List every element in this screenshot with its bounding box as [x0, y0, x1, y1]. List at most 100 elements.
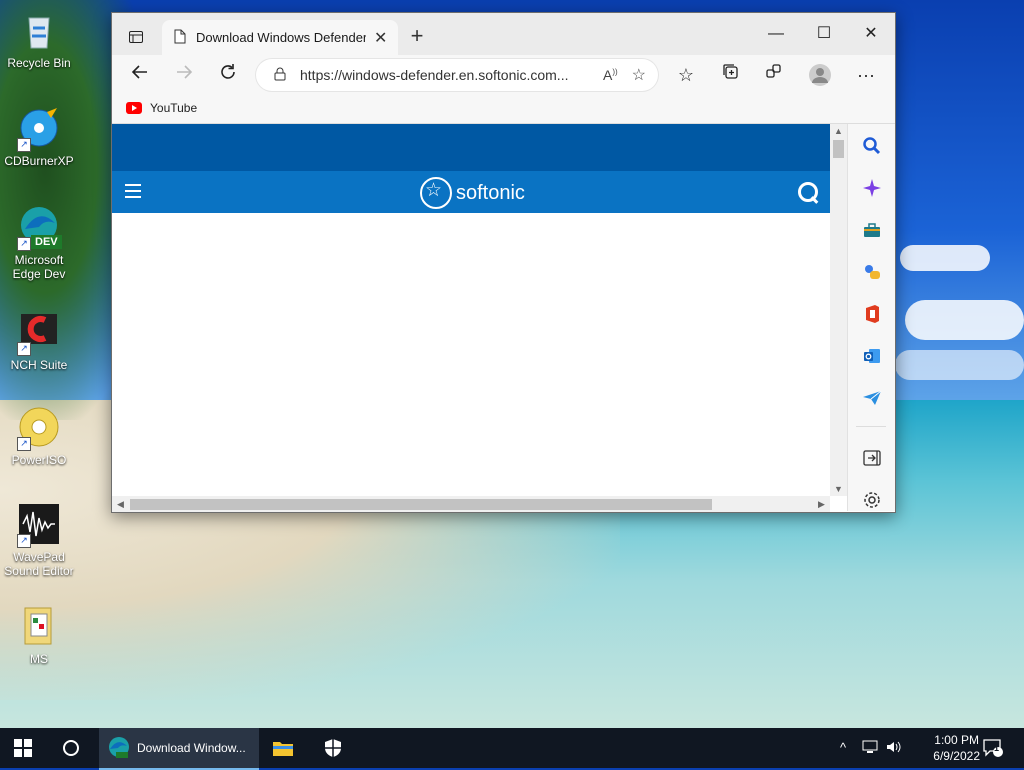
scroll-left-arrow-icon[interactable]: ◀: [117, 496, 124, 512]
softonic-logo[interactable]: softonic: [420, 177, 525, 209]
action-center-button[interactable]: 1: [982, 728, 1004, 768]
taskbar: Download Window... ^ 1:00 PM 6/9/2022 1: [0, 728, 1024, 770]
volume-icon[interactable]: [886, 740, 902, 757]
windows-logo-icon: [14, 739, 32, 757]
horizontal-scroll-thumb[interactable]: [130, 499, 712, 510]
browser-window: Download Windows Defender - S ✕ + — ☐ ✕ …: [111, 12, 896, 513]
desktop-icon-ms-folder[interactable]: MS: [1, 604, 77, 666]
cloud: [905, 300, 1024, 340]
more-dots-icon: ···: [857, 65, 875, 85]
windows-security-button[interactable]: [323, 728, 343, 768]
forward-button[interactable]: [170, 63, 198, 87]
page-content: softonic: [112, 124, 830, 511]
search-icon[interactable]: [862, 136, 882, 156]
search-taskbar-button[interactable]: [62, 728, 80, 768]
clock-time: 1:00 PM: [934, 733, 979, 747]
brand-name: softonic: [456, 181, 525, 204]
tab-close-icon[interactable]: ✕: [374, 28, 387, 48]
scroll-down-arrow-icon[interactable]: ▼: [830, 484, 847, 494]
shortcut-arrow-icon: ↗: [17, 138, 31, 152]
menu-hamburger-icon[interactable]: [125, 184, 141, 202]
tab-actions-icon: [129, 31, 143, 43]
tab-title: Download Windows Defender - S: [196, 30, 366, 45]
vertical-scroll-thumb[interactable]: [833, 140, 844, 158]
favorites-star-icon: ☆: [677, 65, 695, 85]
desktop-icon-label: NCH Suite: [10, 358, 68, 372]
maximize-button[interactable]: ☐: [806, 23, 842, 47]
favorites-button[interactable]: ☆: [672, 63, 700, 87]
system-clock[interactable]: 1:00 PM 6/9/2022: [933, 732, 980, 764]
back-arrow-icon: [131, 65, 147, 79]
desktop-icon-poweriso[interactable]: ↗ PowerISO: [1, 405, 77, 467]
address-url[interactable]: https://windows-defender.en.softonic.com…: [300, 67, 603, 83]
network-icon[interactable]: [862, 740, 878, 757]
notification-count: 1: [994, 743, 1000, 753]
favorite-label: YouTube: [150, 101, 198, 115]
desktop-icon-label: PowerISO: [11, 453, 67, 467]
cloud: [895, 350, 1024, 380]
desktop-icon-label: WavePad Sound Editor: [4, 550, 74, 578]
favorites-bar: YouTube: [112, 95, 895, 124]
waveform-icon: ↗: [17, 502, 61, 548]
settings-more-button[interactable]: ···: [852, 63, 880, 87]
refresh-button[interactable]: [214, 63, 242, 87]
extensions-icon: [766, 64, 781, 78]
desktop-icon-nch-suite[interactable]: ↗ NCH Suite: [1, 310, 77, 372]
desktop-icon-wavepad[interactable]: ↗ WavePad Sound Editor: [1, 502, 77, 578]
scroll-right-arrow-icon[interactable]: ▶: [818, 496, 825, 512]
shortcut-arrow-icon: ↗: [17, 237, 31, 251]
favorite-youtube[interactable]: YouTube: [126, 101, 197, 115]
start-button[interactable]: [14, 728, 32, 768]
navigation-toolbar: https://windows-defender.en.softonic.com…: [112, 55, 895, 95]
desktop-icon-edge-dev[interactable]: DEV ↗ Microsoft Edge Dev: [1, 205, 77, 281]
sidebar-settings-gear-icon[interactable]: [862, 490, 882, 510]
horizontal-scrollbar[interactable]: ◀ ▶: [112, 496, 830, 512]
collections-button[interactable]: [717, 63, 745, 87]
page-top-band: [112, 124, 830, 171]
new-tab-button[interactable]: +: [406, 25, 428, 47]
youtube-icon: [126, 102, 142, 114]
page-icon: [174, 29, 186, 47]
poweriso-disc-icon: ↗: [17, 405, 61, 451]
tab-actions-button[interactable]: [122, 23, 150, 51]
site-search-icon[interactable]: [798, 182, 818, 202]
office-icon[interactable]: [862, 304, 882, 324]
show-hidden-icons-chevron[interactable]: ^: [840, 740, 846, 755]
back-button[interactable]: [126, 63, 154, 87]
taskbar-app-label: Download Window...: [137, 741, 246, 755]
hide-sidebar-icon[interactable]: [862, 448, 882, 468]
file-explorer-button[interactable]: [272, 728, 294, 768]
extensions-button[interactable]: [760, 63, 788, 87]
edge-sidebar: [847, 124, 895, 511]
discover-sparkle-icon[interactable]: [862, 178, 882, 198]
close-window-button[interactable]: ✕: [853, 23, 889, 47]
games-icon[interactable]: [862, 262, 882, 282]
refresh-icon: [221, 64, 235, 79]
vertical-scrollbar[interactable]: ▲ ▼: [830, 124, 847, 496]
taskbar-app-edge-dev[interactable]: Download Window...: [99, 728, 259, 770]
forward-arrow-icon: [177, 65, 193, 79]
shortcut-arrow-icon: ↗: [17, 437, 31, 451]
outlook-icon[interactable]: [862, 346, 882, 366]
lock-icon[interactable]: [274, 67, 286, 84]
minimize-button[interactable]: —: [758, 23, 794, 47]
shield-icon: [325, 739, 341, 757]
notification-icon: [983, 739, 1003, 757]
sidebar-divider: [856, 426, 886, 427]
profile-button[interactable]: [806, 63, 834, 87]
title-bar: Download Windows Defender - S ✕ + — ☐ ✕: [112, 13, 895, 55]
tab-active[interactable]: Download Windows Defender - S ✕: [162, 20, 398, 55]
edge-dev-taskbar-icon: [109, 737, 129, 758]
tools-toolbox-icon[interactable]: [862, 220, 882, 240]
address-bar[interactable]: https://windows-defender.en.softonic.com…: [256, 59, 658, 91]
desktop-icon-cdburnerxp[interactable]: ↗ CDBurnerXP: [1, 106, 77, 168]
desktop-icon-recycle-bin[interactable]: Recycle Bin: [1, 8, 77, 70]
scroll-up-arrow-icon[interactable]: ▲: [830, 126, 847, 136]
edge-dev-icon: DEV ↗: [17, 205, 62, 251]
desktop-icon-label: CDBurnerXP: [4, 154, 74, 168]
desktop-icon-label: Microsoft Edge Dev: [12, 253, 66, 281]
add-favorite-icon[interactable]: ☆: [632, 65, 646, 85]
read-aloud-icon[interactable]: A)): [603, 67, 618, 83]
desktop-icon-label: Recycle Bin: [7, 56, 71, 70]
send-plane-icon[interactable]: [862, 388, 882, 408]
